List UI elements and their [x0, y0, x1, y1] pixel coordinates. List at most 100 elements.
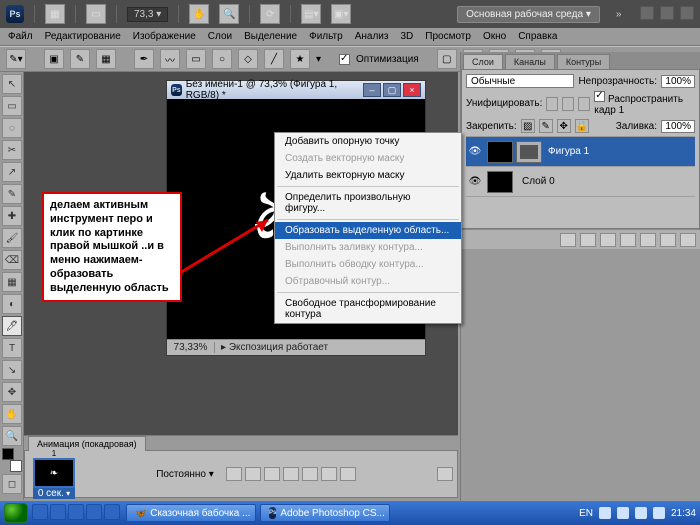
menu-help[interactable]: Справка — [518, 31, 557, 42]
arrange-docs-icon[interactable]: ▤▾ — [301, 4, 321, 24]
lock-transparency-icon[interactable]: ▨ — [521, 119, 535, 133]
ql-icon[interactable] — [104, 504, 120, 520]
type-tool[interactable]: T — [2, 338, 22, 358]
custom-shape-icon[interactable]: ★ — [290, 49, 310, 69]
screen-mode-icon[interactable]: ▣▾ — [331, 4, 351, 24]
tool-preset-icon[interactable]: ✎▾ — [6, 49, 26, 69]
next-frame-button[interactable] — [283, 467, 299, 481]
paths-icon[interactable]: ✎ — [70, 49, 90, 69]
menu-3d[interactable]: 3D — [400, 31, 413, 42]
menu-filter[interactable]: Фильтр — [309, 31, 343, 42]
menu-edit[interactable]: Редактирование — [45, 31, 121, 42]
menu-file[interactable]: Файл — [8, 31, 33, 42]
tab-paths[interactable]: Контуры — [557, 54, 610, 69]
start-button[interactable] — [4, 503, 28, 523]
unify-style-icon[interactable] — [578, 97, 590, 111]
menu-window[interactable]: Окно — [483, 31, 506, 42]
color-picker[interactable] — [2, 448, 22, 472]
unify-position-icon[interactable] — [546, 97, 558, 111]
clock[interactable]: 21:34 — [671, 508, 696, 519]
add-mask-icon[interactable] — [600, 233, 616, 247]
taskbar-button[interactable]: Ps Adobe Photoshop CS... — [260, 504, 390, 522]
opacity-field[interactable]: 100% — [661, 75, 695, 88]
animation-frame[interactable]: 1 ❧ 0 сек. ▾ — [33, 449, 75, 499]
eraser-tool[interactable]: ⌫ — [2, 250, 22, 270]
layer-thumbnail[interactable] — [487, 171, 513, 193]
doc-close-button[interactable]: × — [403, 83, 421, 97]
status-zoom[interactable]: 73,33% — [167, 342, 215, 353]
rect-shape-icon[interactable]: ▭ — [186, 49, 206, 69]
propagate-checkbox[interactable] — [594, 91, 605, 102]
ql-icon[interactable] — [50, 504, 66, 520]
ctx-free-transform-path[interactable]: Свободное трансформирование контура — [275, 295, 461, 323]
new-layer-icon[interactable] — [660, 233, 676, 247]
polygon-shape-icon[interactable]: ◇ — [238, 49, 258, 69]
brush-tool[interactable]: 🖌 — [2, 228, 22, 248]
lock-all-icon[interactable]: 🔒 — [575, 119, 589, 133]
blend-mode-select[interactable]: Обычные — [466, 74, 574, 88]
layer-row[interactable]: 👁 Фигура 1 — [466, 137, 695, 167]
ctx-add-anchor[interactable]: Добавить опорную точку — [275, 133, 461, 150]
hand-tool[interactable]: ✋ — [2, 404, 22, 424]
delete-layer-icon[interactable] — [680, 233, 696, 247]
play-button[interactable] — [264, 467, 280, 481]
tray-icon[interactable] — [635, 507, 647, 519]
zoom-tool[interactable]: 🔍 — [2, 426, 22, 446]
tray-icon[interactable] — [617, 507, 629, 519]
move-tool[interactable]: ↖ — [2, 74, 22, 94]
bridge-icon[interactable]: ▦ — [45, 4, 65, 24]
layer-name[interactable]: Фигура 1 — [542, 146, 589, 157]
maximize-button[interactable] — [660, 6, 674, 20]
frame-thumbnail[interactable]: ❧ — [33, 458, 75, 488]
convert-timeline-icon[interactable] — [437, 467, 453, 481]
path-new-icon[interactable]: ▢ — [437, 49, 457, 69]
menu-analysis[interactable]: Анализ — [355, 31, 389, 42]
quickmask-toggle[interactable]: ◻ — [2, 474, 22, 494]
doc-minimize-button[interactable]: – — [363, 83, 381, 97]
delete-frame-button[interactable] — [340, 467, 356, 481]
ctx-make-selection[interactable]: Образовать выделенную область... — [275, 222, 461, 239]
tween-button[interactable] — [302, 467, 318, 481]
zoom-tool-icon[interactable]: 🔍 — [219, 4, 239, 24]
lasso-tool[interactable]: ◌ — [2, 118, 22, 138]
taskbar-button[interactable]: 🦋 Сказочная бабочка ... — [126, 504, 256, 522]
rotate-view-icon[interactable]: ⟳ — [260, 4, 280, 24]
unify-visibility-icon[interactable] — [562, 97, 574, 111]
new-adjustment-icon[interactable] — [620, 233, 636, 247]
tray-icon[interactable] — [653, 507, 665, 519]
menu-layers[interactable]: Слои — [208, 31, 232, 42]
view-extras-icon[interactable]: ▭ — [86, 4, 106, 24]
menu-view[interactable]: Просмотр — [425, 31, 471, 42]
menu-image[interactable]: Изображение — [133, 31, 196, 42]
minimize-button[interactable] — [640, 6, 654, 20]
hand-tool-icon[interactable]: ✋ — [189, 4, 209, 24]
layer-mask-thumbnail[interactable] — [516, 141, 542, 163]
lock-position-icon[interactable]: ✥ — [557, 119, 571, 133]
duplicate-frame-button[interactable] — [321, 467, 337, 481]
doc-maximize-button[interactable]: ▢ — [383, 83, 401, 97]
close-button[interactable] — [680, 6, 694, 20]
healing-tool[interactable]: ✚ — [2, 206, 22, 226]
frame-duration[interactable]: 0 сек. ▾ — [33, 488, 75, 499]
first-frame-button[interactable] — [226, 467, 242, 481]
visibility-icon[interactable]: 👁 — [466, 146, 484, 157]
workspace-selector[interactable]: Основная рабочая среда ▾ — [457, 6, 600, 23]
dodge-tool[interactable]: ◐ — [2, 294, 22, 314]
layer-fx-icon[interactable] — [580, 233, 596, 247]
menu-select[interactable]: Выделение — [244, 31, 297, 42]
pen-tool[interactable]: 🖊 — [2, 316, 22, 336]
layer-row[interactable]: 👁 Слой 0 — [466, 167, 695, 197]
layer-name[interactable]: Слой 0 — [516, 176, 555, 187]
ql-icon[interactable] — [32, 504, 48, 520]
gradient-tool[interactable]: ▦ — [2, 272, 22, 292]
document-titlebar[interactable]: Ps Без имени-1 @ 73,3% (Фигура 1, RGB/8)… — [167, 81, 425, 99]
eyedropper-tool[interactable]: ✎ — [2, 184, 22, 204]
fill-field[interactable]: 100% — [661, 120, 695, 133]
marquee-tool[interactable]: ▭ — [2, 96, 22, 116]
tab-layers[interactable]: Слои — [463, 54, 503, 69]
optimize-checkbox[interactable] — [339, 54, 350, 65]
shape-tool[interactable]: ✥ — [2, 382, 22, 402]
quick-select-tool[interactable]: ↗ — [2, 162, 22, 182]
zoom-field[interactable]: 73,3 ▾ — [127, 7, 168, 22]
prev-frame-button[interactable] — [245, 467, 261, 481]
